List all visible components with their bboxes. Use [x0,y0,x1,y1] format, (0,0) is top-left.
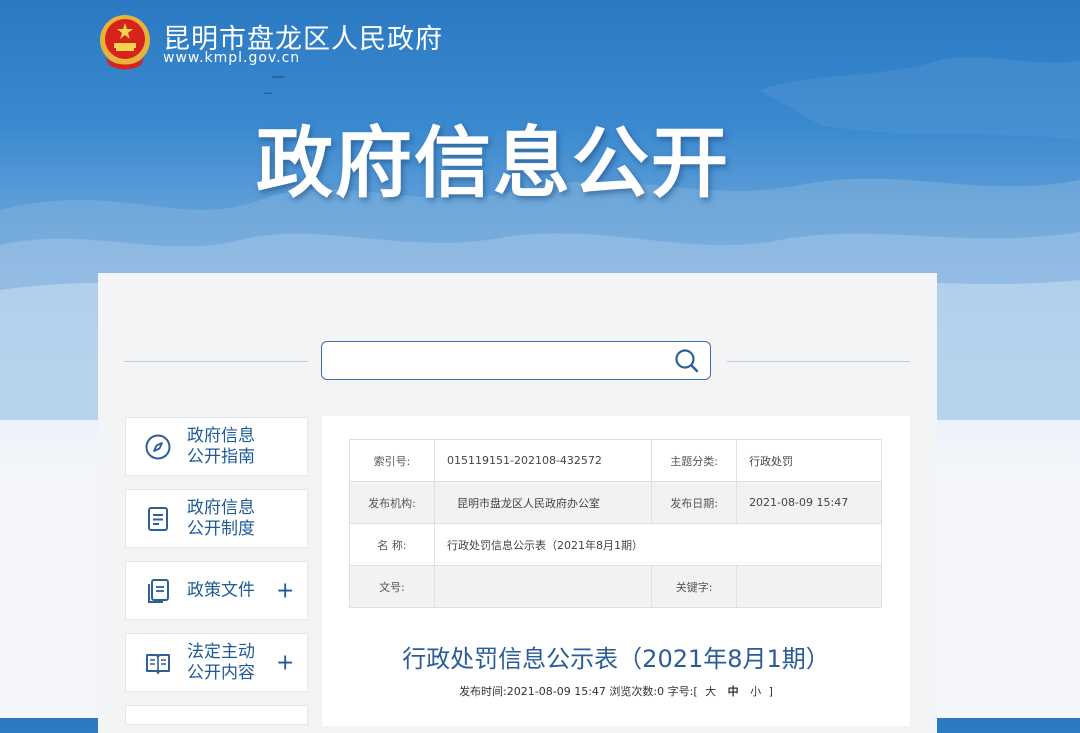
views-label: 浏览次数: [609,685,658,698]
article-meta: 发布时间:2021-08-09 15:47 浏览次数:0 字号:[ 大 中 小 … [322,683,910,699]
divider [727,361,910,362]
font-size-medium-button[interactable]: 中 [728,685,739,698]
table-cell-value: 015119151-202108-432572 [433,439,653,482]
table-cell-label: 关键字: [651,565,738,608]
table-cell-label: 文号: [349,565,435,608]
search-input[interactable] [330,347,664,376]
search-icon[interactable] [672,347,702,375]
files-icon [148,578,169,603]
table-row: 文号: 关键字: [349,565,882,608]
sidebar-item-statutory-content[interactable]: 法定主动 公开内容 + [125,633,308,692]
publish-time-label: 发布时间: [459,685,507,698]
table-cell-value [736,565,882,608]
document-icon [148,506,168,531]
birds-decoration [263,75,285,95]
table-cell-label: 主题分类: [651,439,738,482]
table-row: 发布机构: 昆明市盘龙区人民政府办公室 发布日期: 2021-08-09 15:… [349,481,882,524]
divider [124,361,308,362]
font-size-small-button[interactable]: 小 [750,685,761,698]
hero-title: 政府信息公开 [256,120,730,209]
sidebar-item-next[interactable] [125,705,308,725]
national-emblem-logo [100,15,150,70]
bracket: ] [768,685,773,698]
sidebar-item-label: 政府信息 公开指南 [187,425,255,467]
book-icon [146,653,170,674]
search-box [321,341,711,380]
table-cell-value: 昆明市盘龙区人民政府办公室 [433,481,653,524]
font-size-large-button[interactable]: 大 [705,685,716,698]
table-cell-label: 索引号: [349,439,435,482]
site-url: www.kmpl.gov.cn [163,50,301,66]
content-area: 索引号: 015119151-202108-432572 主题分类: 行政处罚 … [322,416,910,726]
sidebar-item-label: 法定主动 公开内容 [187,641,255,683]
sidebar-item-disclosure-system[interactable]: 政府信息 公开制度 [125,489,308,548]
publish-time: 2021-08-09 15:47 [506,685,606,698]
metadata-table: 索引号: 015119151-202108-432572 主题分类: 行政处罚 … [349,439,882,608]
article-title: 行政处罚信息公示表（2021年8月1期） [402,645,830,673]
table-row: 索引号: 015119151-202108-432572 主题分类: 行政处罚 [349,439,882,482]
font-size-label: 字号: [667,685,694,698]
table-cell-value: 行政处罚 [736,439,882,482]
table-cell-label: 名 称: [349,523,435,566]
table-cell-label: 发布机构: [349,481,435,524]
bracket: [ [693,685,698,698]
expand-plus-icon[interactable]: + [276,650,294,675]
table-cell-label: 发布日期: [651,481,738,524]
sidebar-item-policy-documents[interactable]: 政策文件 + [125,561,308,620]
sidebar-item-label: 政策文件 [187,580,255,600]
table-cell-value: 行政处罚信息公示表（2021年8月1期） [434,523,882,566]
sidebar-item-disclosure-guide[interactable]: 政府信息 公开指南 [125,417,308,476]
sidebar-item-label: 政府信息 公开制度 [187,497,255,539]
views-count: 0 [657,685,665,698]
compass-icon [145,434,171,459]
table-row: 名 称: 行政处罚信息公示表（2021年8月1期） [349,523,882,566]
table-cell-value: 2021-08-09 15:47 [736,481,882,524]
table-cell-value [433,565,653,608]
expand-plus-icon[interactable]: + [276,578,294,603]
